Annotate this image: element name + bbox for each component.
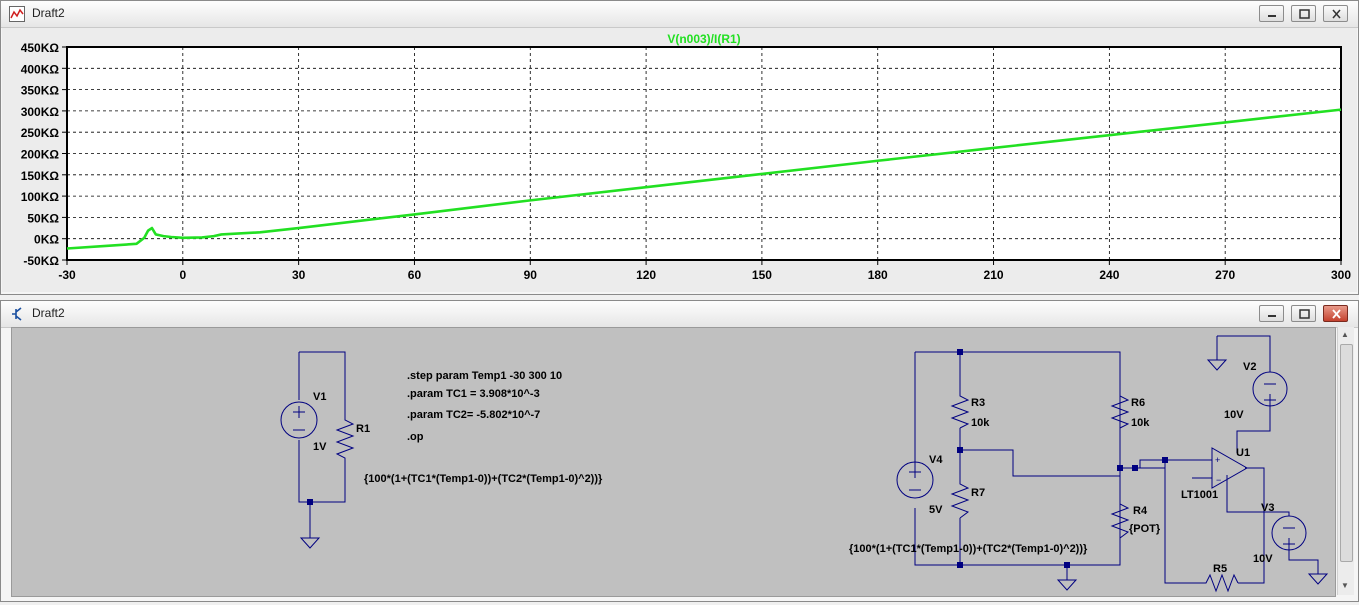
svg-text:−: − [1216,475,1221,485]
x-tick-label: -30 [58,268,76,282]
plot-window-titlebar[interactable]: Draft2 [1,1,1358,28]
close-icon [1332,9,1341,19]
r1-value-expression[interactable]: {100*(1+(TC1*(Temp1-0))+(TC2*(Temp1-0)^2… [364,473,603,485]
close-button[interactable] [1323,5,1348,22]
waveform-icon [9,6,25,22]
resistor-r5[interactable] [1202,573,1239,593]
label-r3: R3 [971,397,985,409]
directive-param-tc1[interactable]: .param TC1 = 3.908*10^-3 [407,388,540,400]
x-tick-label: 240 [1099,268,1119,282]
waveform-chart[interactable]: -30 0 30 60 90 120 150 180 210 240 270 300 450KΩ 400K… [2,28,1357,292]
scroll-down-icon[interactable]: ▼ [1341,581,1349,590]
plot-window: Draft2 -30 0 30 60 90 120 150 180 210 240 270 300 45… [0,0,1359,295]
y-tick-label: -50KΩ [23,254,59,268]
vertical-scrollbar[interactable]: ▲ ▼ [1337,327,1354,595]
label-v4: V4 [929,454,943,466]
x-tick-label: 120 [636,268,656,282]
x-tick-label: 180 [868,268,888,282]
plot-area[interactable]: -30 0 30 60 90 120 150 180 210 240 270 300 450KΩ 400K… [2,28,1357,292]
voltage-source-v1[interactable] [280,401,318,439]
directive-step[interactable]: .step param Temp1 -30 300 10 [407,370,562,382]
y-tick-label: 400KΩ [21,62,60,76]
y-tick-label: 350KΩ [21,84,60,98]
schematic-icon [12,307,22,321]
label-v4-value: 5V [929,504,943,516]
label-r6: R6 [1131,397,1145,409]
schematic-window-titlebar[interactable]: Draft2 [1,301,1358,328]
resistor-r3[interactable] [950,392,970,429]
minimize-button[interactable] [1259,305,1284,322]
schematic-drawing[interactable]: + − V1 1V R1 .step param Temp1 -30 300 1… [12,328,1335,596]
y-tick-label: 100KΩ [21,190,60,204]
label-r1: R1 [356,423,370,435]
x-tick-label: 0 [179,268,186,282]
label-r7: R7 [971,487,985,499]
label-u1: U1 [1236,447,1250,459]
schematic-canvas[interactable]: + − V1 1V R1 .step param Temp1 -30 300 1… [11,327,1336,597]
svg-text:+: + [1215,455,1220,465]
close-icon [1332,309,1341,319]
directive-param-tc2[interactable]: .param TC2= -5.802*10^-7 [407,409,540,421]
x-tick-label: 150 [752,268,772,282]
y-tick-label: 0KΩ [34,233,59,247]
trace-label[interactable]: V(n003)/I(R1) [667,32,740,46]
y-tick-label: 300KΩ [21,105,60,119]
schematic-window-title: Draft2 [32,306,65,320]
scroll-up-icon[interactable]: ▲ [1341,330,1349,339]
label-v1-value: 1V [313,441,327,453]
voltage-source-v2[interactable] [1252,371,1288,407]
x-tick-label: 30 [292,268,306,282]
label-r4: R4 [1133,505,1148,517]
voltage-source-v3[interactable] [1271,515,1307,551]
directive-op[interactable]: .op [407,431,424,443]
schematic-window: Draft2 + − V1 1V R1 .step param Temp1 -3… [0,300,1359,602]
restore-icon [1299,309,1310,319]
y-tick-label: 250KΩ [21,126,60,140]
plot-window-title: Draft2 [32,6,65,20]
ground-symbol [1056,359,1329,591]
label-r5: R5 [1213,563,1227,575]
label-u1-model: LT1001 [1181,489,1218,501]
scrollbar-thumb[interactable] [1340,344,1353,562]
ground-symbol [299,537,321,549]
resistor-r1[interactable] [335,416,355,460]
label-r4-value: {POT} [1129,523,1161,535]
minimize-icon [1268,315,1276,317]
restore-icon [1299,9,1310,19]
y-tick-label: 200KΩ [21,148,60,162]
y-tick-label: 50KΩ [27,211,59,225]
resistor-r7[interactable] [950,480,970,519]
restore-button[interactable] [1291,5,1316,22]
y-tick-label: 150KΩ [21,169,60,183]
voltage-source-v4[interactable] [896,461,934,499]
minimize-button[interactable] [1259,5,1284,22]
label-v1: V1 [313,391,326,403]
x-tick-label: 270 [1215,268,1235,282]
label-v3-value: 10V [1253,553,1273,565]
label-r6-value: 10k [1131,417,1150,429]
r7-value-expression[interactable]: {100*(1+(TC1*(Temp1-0))+(TC2*(Temp1-0)^2… [849,543,1088,555]
label-v3: V3 [1261,502,1274,514]
y-tick-label: 450KΩ [21,41,60,55]
label-v2: V2 [1243,361,1256,373]
x-tick-label: 210 [984,268,1004,282]
restore-button[interactable] [1291,305,1316,322]
x-tick-label: 90 [524,268,538,282]
label-r3-value: 10k [971,417,990,429]
label-v2-value: 10V [1224,409,1244,421]
x-tick-label: 300 [1331,268,1351,282]
minimize-icon [1268,15,1276,17]
x-tick-label: 60 [408,268,422,282]
close-button[interactable] [1323,305,1348,322]
